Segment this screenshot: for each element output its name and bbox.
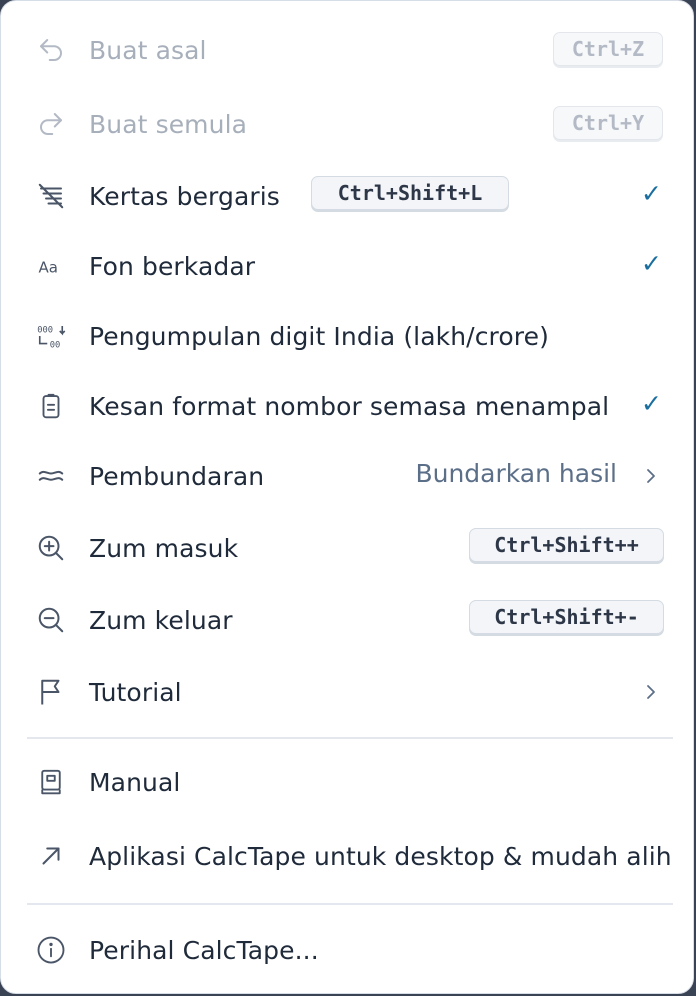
menu-item-label: Zum keluar xyxy=(89,605,233,635)
svg-text:Aa: Aa xyxy=(39,258,58,276)
zoom-in-icon xyxy=(35,532,67,564)
rounding-current-value: Bundarkan hasil xyxy=(415,459,617,488)
menu-item-label: Buat semula xyxy=(89,109,248,139)
checkmark-icon: ✓ xyxy=(641,179,662,208)
menu-item-label: Kertas bergaris xyxy=(89,181,280,211)
menu-item-manual[interactable]: Manual xyxy=(1,761,695,803)
menu-item-label: Zum masuk xyxy=(89,533,239,563)
menu-item-zoom-in[interactable]: Zum masuk Ctrl+Shift++ xyxy=(1,527,695,569)
menu-item-rounding[interactable]: Pembundaran Bundarkan hasil xyxy=(1,455,695,497)
chevron-right-icon xyxy=(647,685,655,699)
menu-item-indian-digit-grouping[interactable]: 000 00 Pengumpulan digit India (lakh/cror… xyxy=(1,315,695,357)
shortcut-badge: Ctrl+Shift+- xyxy=(469,600,664,634)
menu-divider xyxy=(27,737,673,739)
clipboard-icon xyxy=(35,390,67,422)
zoom-out-icon xyxy=(35,604,67,636)
menu-item-redo[interactable]: Buat semula Ctrl+Y xyxy=(1,103,695,145)
menu-item-label: Perihal CalcTape... xyxy=(89,935,319,965)
menu-item-label: Aplikasi CalcTape untuk desktop & mudah … xyxy=(89,841,672,871)
flag-icon xyxy=(35,676,67,708)
menu-item-proportional-font[interactable]: Aa Fon berkadar ✓ xyxy=(1,245,695,287)
external-arrow-icon xyxy=(35,840,67,872)
svg-text:00: 00 xyxy=(50,340,61,350)
approx-icon xyxy=(35,460,67,492)
menu-item-paste-format-detection[interactable]: Kesan format nombor semasa menampal ✓ xyxy=(1,385,695,427)
menu-item-tutorial[interactable]: Tutorial xyxy=(1,671,695,713)
svg-text:000: 000 xyxy=(37,325,53,335)
shortcut-badge: Ctrl+Z xyxy=(553,32,663,66)
shortcut-badge: Ctrl+Y xyxy=(553,106,663,140)
menu-item-undo[interactable]: Buat asal Ctrl+Z xyxy=(1,29,695,71)
font-icon: Aa xyxy=(35,250,67,282)
menu-item-label: Buat asal xyxy=(89,35,207,65)
settings-menu: Buat asal Ctrl+Z Buat semula Ctrl+Y Kert… xyxy=(0,0,694,994)
menu-item-label: Pengumpulan digit India (lakh/crore) xyxy=(89,321,549,351)
undo-icon xyxy=(35,34,67,66)
redo-icon xyxy=(35,108,67,140)
book-icon xyxy=(35,766,67,798)
menu-item-label: Tutorial xyxy=(89,677,182,707)
shortcut-badge: Ctrl+Shift+L xyxy=(311,176,509,210)
menu-item-label: Manual xyxy=(89,767,181,797)
lined-paper-icon xyxy=(35,180,67,212)
digit-grouping-icon: 000 00 xyxy=(35,320,67,352)
menu-item-label: Pembundaran xyxy=(89,461,265,491)
menu-item-label: Kesan format nombor semasa menampal xyxy=(89,391,610,421)
checkmark-icon: ✓ xyxy=(641,389,662,418)
checkmark-icon: ✓ xyxy=(641,249,662,278)
shortcut-badge: Ctrl+Shift++ xyxy=(469,528,664,562)
chevron-right-icon xyxy=(647,469,655,483)
menu-item-about[interactable]: Perihal CalcTape... xyxy=(1,929,695,971)
info-icon xyxy=(35,934,67,966)
menu-item-zoom-out[interactable]: Zum keluar Ctrl+Shift+- xyxy=(1,599,695,641)
menu-item-apps[interactable]: Aplikasi CalcTape untuk desktop & mudah … xyxy=(1,835,695,877)
menu-divider xyxy=(27,903,673,905)
menu-item-label: Fon berkadar xyxy=(89,251,256,281)
menu-item-lined-paper[interactable]: Kertas bergaris Ctrl+Shift+L ✓ xyxy=(1,175,695,217)
